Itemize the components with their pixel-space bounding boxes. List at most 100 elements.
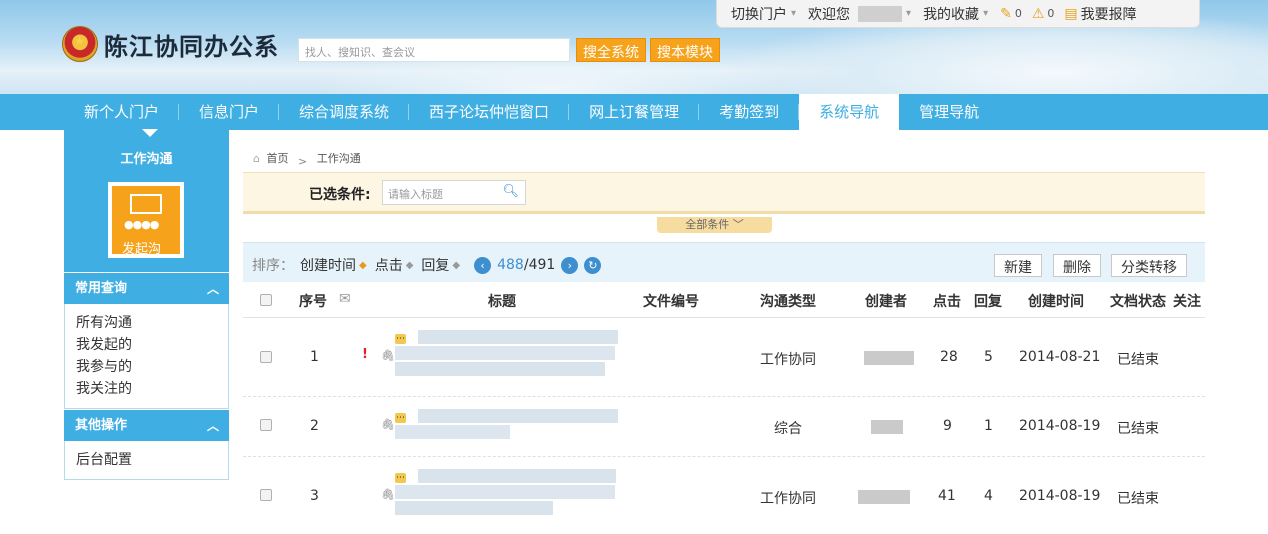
table-row[interactable]: 1 ! 🖇︎ ⋯ 工作协同 28 5 2014-08-21 已结束 <box>243 318 1205 397</box>
favorites-link[interactable]: 我的收藏 <box>923 4 979 24</box>
chat-bubble-icon: ⋯ <box>395 334 406 344</box>
chat-bubble-icon: ⋯ <box>395 473 406 483</box>
col-no[interactable]: 序号 <box>299 291 327 311</box>
nav-item-info-portal[interactable]: 信息门户 <box>179 94 280 130</box>
col-type[interactable]: 沟通类型 <box>760 291 816 311</box>
col-doc-no[interactable]: 文件编号 <box>643 291 699 311</box>
switch-portal-link[interactable]: 切换门户 <box>731 4 787 24</box>
title-redacted[interactable] <box>418 409 618 423</box>
col-created[interactable]: 创建时间 <box>1028 291 1084 311</box>
mail-icon: ✉ <box>339 291 351 307</box>
creator-redacted <box>864 351 914 365</box>
nav-item-dispatch[interactable]: 综合调度系统 <box>279 94 410 130</box>
sidebar-item-participated[interactable]: 我参与的 <box>76 356 217 378</box>
title-redacted[interactable] <box>395 501 553 515</box>
sort-controls: 排序： 创建时间 ◆ 点击 ◆ 回复 ◆ ‹ 488 / 491 › ↻ <box>252 255 607 275</box>
search-all-button[interactable]: 搜全系统 <box>576 38 646 62</box>
chevron-down-icon[interactable]: ▾ <box>983 8 988 19</box>
row-clicks: 28 <box>940 349 958 365</box>
delete-button[interactable]: 删除 <box>1053 254 1101 277</box>
filter-label: 已选条件: <box>309 187 371 203</box>
page-current: 488 <box>497 257 524 273</box>
col-replies[interactable]: 回复 <box>974 291 1002 311</box>
sort-arrows-icon[interactable]: ◆ <box>406 260 414 271</box>
logo[interactable]: 陈江协同办公系 <box>62 26 279 62</box>
row-no: 3 <box>310 488 319 504</box>
row-type: 工作协同 <box>760 491 816 507</box>
sort-clicks[interactable]: 点击 <box>375 255 403 275</box>
title-redacted[interactable] <box>418 469 616 483</box>
sidebar-section-other-ops[interactable]: 其他操作 ︿ <box>64 409 229 441</box>
section-title: 其他操作 <box>75 418 128 433</box>
row-no: 1 <box>310 349 319 365</box>
row-type: 综合 <box>774 421 802 437</box>
sort-arrows-icon[interactable]: ◆ <box>452 260 460 271</box>
chevron-down-icon[interactable]: ▾ <box>791 8 796 19</box>
col-status[interactable]: 文档状态 <box>1110 291 1166 311</box>
row-status: 已结束 <box>1117 352 1159 368</box>
sort-replies[interactable]: 回复 <box>421 255 449 275</box>
table-row[interactable]: 3 🖇︎ ⋯ 工作协同 41 4 2014-08-19 已结束 <box>243 457 1205 534</box>
attachment-icon: 🖇︎ <box>381 349 395 362</box>
search-module-button[interactable]: 搜本模块 <box>650 38 720 62</box>
new-button[interactable]: 新建 <box>994 254 1042 277</box>
title-redacted[interactable] <box>395 362 605 376</box>
chevron-down-icon[interactable]: ▾ <box>906 8 911 19</box>
col-clicks[interactable]: 点击 <box>933 291 961 311</box>
nav-item-attendance[interactable]: 考勤签到 <box>699 94 800 130</box>
report-icon: ▤ <box>1064 5 1078 22</box>
start-communication-tile[interactable]: ●●●● 发起沟 <box>108 182 184 258</box>
title-redacted[interactable] <box>395 425 510 439</box>
list-toolbar: 排序： 创建时间 ◆ 点击 ◆ 回复 ◆ ‹ 488 / 491 › ↻ 新建 … <box>243 242 1205 282</box>
title-redacted[interactable] <box>395 485 615 499</box>
edit-icon[interactable]: ✎ <box>1000 6 1012 22</box>
sidebar-item-all[interactable]: 所有沟通 <box>76 312 217 334</box>
nav-item-forum[interactable]: 西子论坛仲恺窗口 <box>409 94 570 130</box>
row-checkbox[interactable] <box>260 351 272 363</box>
chevron-up-icon[interactable]: ︿ <box>207 273 219 305</box>
row-status: 已结束 <box>1117 421 1159 437</box>
row-replies: 1 <box>984 418 993 434</box>
global-search-input[interactable]: 找人、搜知识、查会议 <box>298 38 570 62</box>
col-follow[interactable]: 关注 <box>1173 291 1201 311</box>
sidebar-section-common-query[interactable]: 常用查询 ︿ <box>64 272 229 304</box>
attachment-icon: 🖇︎ <box>381 418 395 431</box>
sort-created-time[interactable]: 创建时间 <box>300 255 356 275</box>
nav-item-system-nav[interactable]: 系统导航 <box>799 94 900 130</box>
search-icon[interactable]: 🔍︎ <box>502 184 519 199</box>
nav-item-meal[interactable]: 网上订餐管理 <box>569 94 700 130</box>
breadcrumb-home[interactable]: 首页 <box>266 152 288 165</box>
chevron-down-icon: ﹀ <box>732 218 744 231</box>
warning-icon[interactable]: ⚠ <box>1032 6 1045 22</box>
select-all-checkbox[interactable] <box>260 294 272 306</box>
table-row[interactable]: 2 🖇︎ ⋯ 综合 9 1 2014-08-19 已结束 <box>243 397 1205 457</box>
row-checkbox[interactable] <box>260 489 272 501</box>
prev-page-icon[interactable]: ‹ <box>474 256 492 274</box>
sidebar-item-initiated[interactable]: 我发起的 <box>76 334 217 356</box>
title-filter-input[interactable]: 请输入标题 🔍︎ <box>382 180 526 205</box>
top-user-bar: 切换门户 ▾ 欢迎您 ▾ 我的收藏 ▾ ✎ 0 ⚠ 0 ▤ 我要报障 <box>716 0 1200 28</box>
col-creator[interactable]: 创建者 <box>865 291 907 311</box>
sidebar-item-followed[interactable]: 我关注的 <box>76 378 217 400</box>
row-checkbox[interactable] <box>260 419 272 431</box>
chevron-up-icon[interactable]: ︿ <box>207 410 219 442</box>
username-redacted <box>858 5 903 22</box>
move-category-button[interactable]: 分类转移 <box>1111 254 1187 277</box>
next-page-icon[interactable]: › <box>561 256 579 274</box>
sort-prefix: 排序： <box>252 258 294 274</box>
refresh-icon[interactable]: ↻ <box>584 256 602 274</box>
title-redacted[interactable] <box>395 346 615 360</box>
communication-table: 序号 ✉ 标题 文件编号 沟通类型 创建者 点击 回复 创建时间 文档状态 关注… <box>243 282 1205 534</box>
row-created: 2014-08-19 <box>1019 488 1101 504</box>
sort-arrows-icon[interactable]: ◆ <box>359 260 367 271</box>
col-title[interactable]: 标题 <box>488 291 516 311</box>
title-redacted[interactable] <box>418 330 618 344</box>
report-link[interactable]: 我要报障 <box>1081 4 1137 24</box>
nav-item-new-portal[interactable]: 新个人门户 <box>64 94 180 130</box>
main-nav: 新个人门户 信息门户 综合调度系统 西子论坛仲恺窗口 网上订餐管理 考勤签到 系… <box>0 94 1268 130</box>
warning-count: 0 <box>1047 7 1055 20</box>
creator-redacted <box>871 420 903 434</box>
sidebar-item-backend-config[interactable]: 后台配置 <box>76 449 217 471</box>
all-conditions-toggle[interactable]: 全部条件 ﹀ <box>657 217 772 233</box>
nav-item-admin-nav[interactable]: 管理导航 <box>899 94 999 130</box>
